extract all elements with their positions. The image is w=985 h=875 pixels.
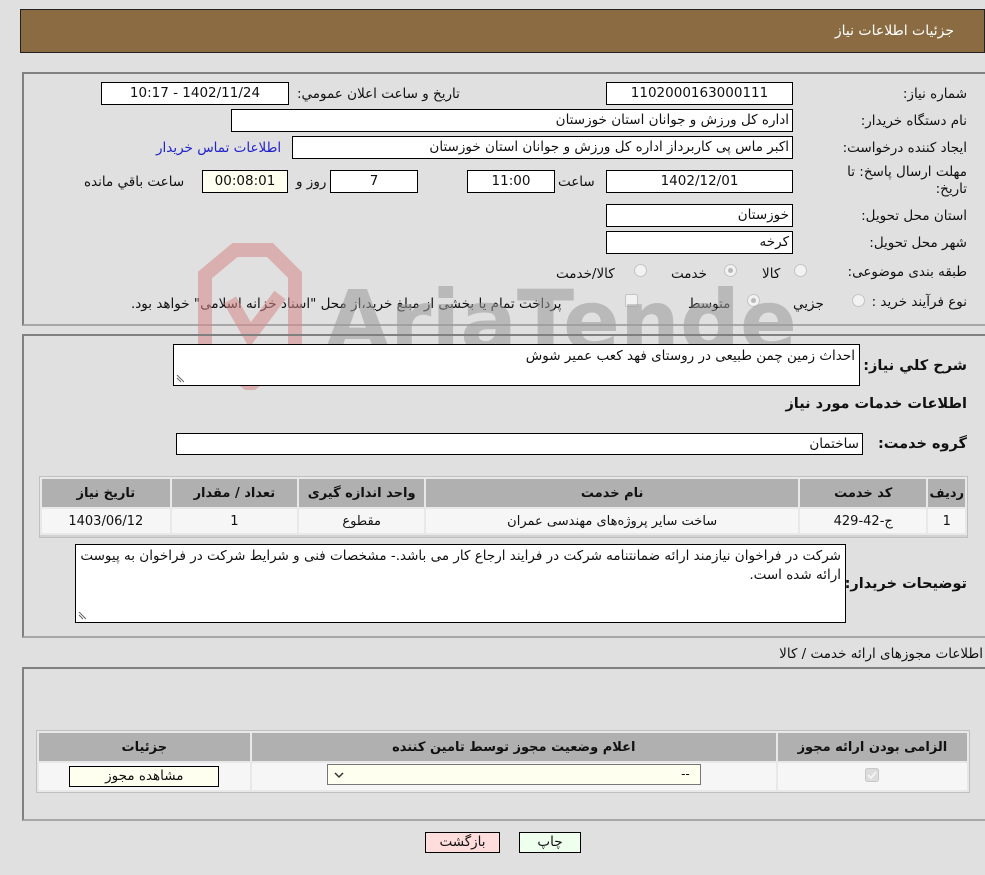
description-textarea[interactable]: احداث زمین چمن طبیعی در روستای فهد کعب ع… xyxy=(173,344,860,386)
deadline-time-field: 11:00 xyxy=(467,170,555,193)
process-radio-medium[interactable] xyxy=(747,294,760,307)
table-row: 1 ج-42-429 ساخت سایر پروژه‌های مهندسی عم… xyxy=(40,507,967,535)
services-section-title: اطلاعات خدمات مورد نیاز xyxy=(785,396,967,412)
province-label: استان محل تحویل: xyxy=(861,208,967,224)
permit-required-checkbox[interactable] xyxy=(865,767,880,782)
page-header: جزئیات اطلاعات نیاز xyxy=(20,9,985,53)
city-label: شهر محل تحویل: xyxy=(869,235,967,251)
buyer-org-field: اداره کل ورزش و جوانان استان خوزستان xyxy=(231,109,793,132)
deadline-date-field: 1402/12/01 xyxy=(606,170,793,193)
cell-quantity: 1 xyxy=(169,507,300,535)
description-text: احداث زمین چمن طبیعی در روستای فهد کعب ع… xyxy=(525,348,855,364)
buyer-contact-link[interactable]: اطلاعات تماس خریدار xyxy=(156,140,281,156)
announce-datetime-field: 1402/11/24 - 10:17 xyxy=(101,82,289,105)
treasury-checkbox[interactable] xyxy=(625,294,638,307)
province-field: خوزستان xyxy=(606,204,793,227)
page-title: جزئیات اطلاعات نیاز xyxy=(834,23,954,39)
cell-permit-status: -- xyxy=(249,761,778,792)
process-option-medium: متوسط xyxy=(688,296,731,312)
requester-field: اکبر ماس پی کاربرداز اداره کل ورزش و جوا… xyxy=(292,136,793,159)
treasury-note: پرداخت تمام یا بخشی از مبلغ خرید،از محل … xyxy=(131,296,562,312)
col-unit: واحد اندازه گیری xyxy=(296,477,427,509)
category-option-service: خدمت xyxy=(671,266,707,282)
category-radio-goods-service[interactable] xyxy=(634,264,647,277)
remaining-days-label: روز و xyxy=(296,174,327,190)
cell-row-number: 1 xyxy=(926,507,967,535)
buyer-notes-textarea[interactable]: شرکت در فراخوان نیازمند ارائه ضمانتنامه … xyxy=(75,544,846,623)
table-row: -- مشاهده مجوز xyxy=(37,761,970,792)
permits-table-header: الزامی بودن ارائه مجوز اعلام وضعیت مجوز … xyxy=(37,731,970,763)
resize-grip-icon[interactable] xyxy=(176,375,184,383)
remaining-time-label: ساعت باقي مانده xyxy=(84,174,185,190)
remaining-days-field: 7 xyxy=(330,170,418,193)
deadline-time-label: ساعت xyxy=(558,174,595,190)
chevron-down-icon xyxy=(334,772,344,779)
resize-grip-icon[interactable] xyxy=(78,612,86,620)
buyer-notes-label: توضیحات خریدار: xyxy=(844,576,967,592)
cell-unit: مقطوع xyxy=(296,507,427,535)
cell-service-code: ج-42-429 xyxy=(797,507,929,535)
permits-section-title: اطلاعات مجوزهای ارائه خدمت / کالا xyxy=(779,646,983,662)
deadline-label-line1: مهلت ارسال پاسخ: تا xyxy=(847,164,967,180)
purchase-process-label: نوع فرآیند خرید : xyxy=(871,294,967,310)
need-number-label: شماره نیاز: xyxy=(902,86,967,102)
cell-permit-details: مشاهده مجوز xyxy=(37,761,252,792)
col-service-code: کد خدمت xyxy=(797,477,929,509)
col-permit-status: اعلام وضعیت مجوز توسط تامین کننده xyxy=(249,731,778,763)
col-quantity: تعداد / مقدار xyxy=(169,477,300,509)
permit-status-selected: -- xyxy=(681,767,690,781)
permits-table: الزامی بودن ارائه مجوز اعلام وضعیت مجوز … xyxy=(37,731,970,792)
service-group-label: گروه خدمت: xyxy=(877,436,967,452)
cell-need-date: 1403/06/12 xyxy=(40,507,172,535)
col-permit-required: الزامی بودن ارائه مجوز xyxy=(775,731,970,763)
services-table-header: ردیف کد خدمت نام خدمت واحد اندازه گیری ت… xyxy=(40,477,967,509)
need-number-field: 1102000163000111 xyxy=(606,82,793,105)
buyer-org-label: نام دستگاه خریدار: xyxy=(860,113,967,129)
col-row-number: ردیف xyxy=(926,477,967,509)
print-button[interactable]: چاپ xyxy=(519,832,581,853)
col-need-date: تاریخ نیاز xyxy=(40,477,172,509)
process-option-minor: جزیي xyxy=(793,296,824,312)
col-service-name: نام خدمت xyxy=(424,477,800,509)
category-radio-service[interactable] xyxy=(724,264,737,277)
view-permit-button[interactable]: مشاهده مجوز xyxy=(69,766,220,787)
process-radio-minor[interactable] xyxy=(852,294,865,307)
announce-datetime-label: تاریخ و ساعت اعلان عمومي: xyxy=(297,86,460,102)
city-field: کرخه xyxy=(606,231,793,254)
description-label: شرح کلي نیاز: xyxy=(863,358,967,374)
remaining-time-field: 00:08:01 xyxy=(202,170,288,193)
cell-service-name: ساخت سایر پروژه‌های مهندسی عمران xyxy=(424,507,800,535)
col-permit-details: جزئیات xyxy=(37,731,252,763)
permit-status-select[interactable]: -- xyxy=(326,764,701,785)
category-radio-goods[interactable] xyxy=(794,264,807,277)
cell-permit-required xyxy=(775,761,970,792)
category-option-goods-service: کالا/خدمت xyxy=(556,266,615,282)
service-group-field: ساختمان xyxy=(176,433,863,455)
category-option-goods: کالا xyxy=(762,266,781,282)
buyer-notes-text: شرکت در فراخوان نیازمند ارائه ضمانتنامه … xyxy=(80,548,841,583)
category-label: طبقه بندی موضوعی: xyxy=(847,264,967,280)
services-table: ردیف کد خدمت نام خدمت واحد اندازه گیری ت… xyxy=(40,477,967,535)
deadline-label-line2: تاریخ: xyxy=(935,181,967,197)
requester-label: ایجاد کننده درخواست: xyxy=(842,140,967,156)
back-button[interactable]: بازگشت xyxy=(425,832,500,853)
deadline-label: مهلت ارسال پاسخ: تا تاریخ: xyxy=(847,164,967,198)
